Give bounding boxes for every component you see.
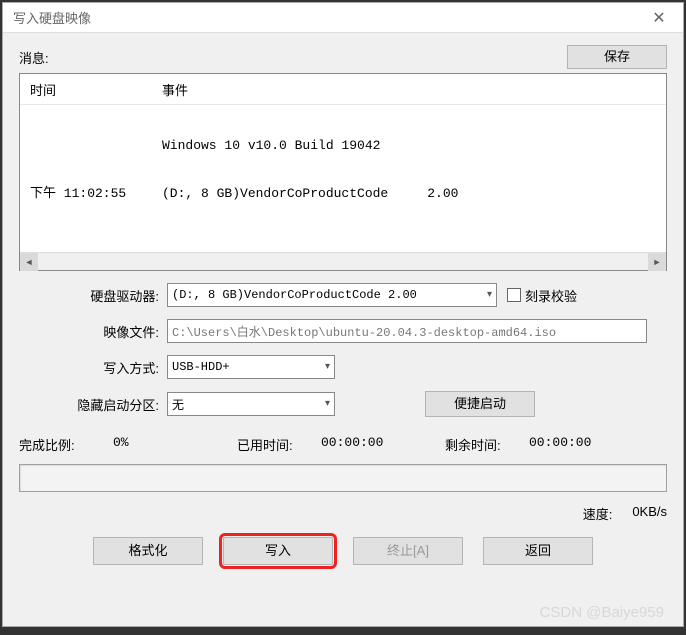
log-rows: Windows 10 v10.0 Build 19042 下午 11:02:55… [20, 105, 666, 252]
row-drive: 硬盘驱动器: (D:, 8 GB)VendorCoProductCode 2.0… [19, 283, 667, 307]
elapsed-value: 00:00:00 [321, 435, 441, 454]
save-button[interactable]: 保存 [567, 45, 667, 69]
back-button[interactable]: 返回 [483, 537, 593, 565]
stats-row: 完成比例: 0% 已用时间: 00:00:00 剩余时间: 00:00:00 [19, 435, 667, 454]
log-time [24, 137, 158, 155]
verify-checkbox-wrap[interactable]: 刻录校验 [507, 286, 577, 305]
done-value: 0% [113, 435, 233, 454]
scroll-left-icon[interactable]: ◄ [20, 253, 38, 271]
speed-row: 速度: 0KB/s [19, 504, 667, 523]
verify-checkbox[interactable] [507, 288, 521, 302]
hidden-boot-select[interactable]: 无 ▾ [167, 392, 335, 416]
quick-boot-button[interactable]: 便捷启动 [425, 391, 535, 417]
log-row: 下午 11:02:55 (D:, 8 GB)VendorCoProductCod… [24, 185, 662, 203]
chevron-down-icon: ▾ [325, 398, 330, 410]
verify-label: 刻录校验 [525, 286, 577, 305]
button-row: 格式化 写入 终止[A] 返回 [19, 537, 667, 565]
progress-bar [19, 464, 667, 492]
h-scrollbar[interactable]: ◄ ► [20, 252, 666, 270]
drive-value: (D:, 8 GB)VendorCoProductCode 2.00 [172, 288, 417, 302]
drive-select[interactable]: (D:, 8 GB)VendorCoProductCode 2.00 ▾ [167, 283, 497, 307]
log-row: Windows 10 v10.0 Build 19042 [24, 137, 662, 155]
row-write-mode: 写入方式: USB-HDD+ ▾ [19, 355, 667, 379]
chevron-down-icon: ▾ [325, 361, 330, 373]
image-path-value: C:\Users\白水\Desktop\ubuntu-20.04.3-deskt… [172, 323, 556, 340]
write-button[interactable]: 写入 [223, 537, 333, 565]
chevron-down-icon: ▾ [487, 289, 492, 301]
remain-label: 剩余时间: [445, 435, 525, 454]
dialog-window: 写入硬盘映像 ✕ 消息: 保存 时间 事件 Windows 10 v10.0 B… [2, 2, 684, 627]
window-title: 写入硬盘映像 [13, 8, 643, 27]
titlebar: 写入硬盘映像 ✕ [3, 3, 683, 33]
drive-label: 硬盘驱动器: [19, 286, 167, 305]
scroll-right-icon[interactable]: ► [648, 253, 666, 271]
write-mode-label: 写入方式: [19, 358, 167, 377]
row-hidden-boot: 隐藏启动分区: 无 ▾ 便捷启动 [19, 391, 667, 417]
write-mode-value: USB-HDD+ [172, 360, 230, 374]
hidden-boot-label: 隐藏启动分区: [19, 395, 167, 414]
message-label: 消息: [19, 48, 567, 67]
row-image: 映像文件: C:\Users\白水\Desktop\ubuntu-20.04.3… [19, 319, 667, 343]
close-icon[interactable]: ✕ [643, 4, 675, 32]
speed-value: 0KB/s [632, 504, 667, 523]
form-area: 硬盘驱动器: (D:, 8 GB)VendorCoProductCode 2.0… [19, 271, 667, 425]
done-label: 完成比例: [19, 435, 109, 454]
log-event: (D:, 8 GB)VendorCoProductCode 2.00 [158, 185, 662, 203]
dialog-body: 消息: 保存 时间 事件 Windows 10 v10.0 Build 1904… [3, 33, 683, 626]
image-path-field[interactable]: C:\Users\白水\Desktop\ubuntu-20.04.3-deskt… [167, 319, 647, 343]
speed-label: 速度: [583, 504, 613, 523]
log-panel: 时间 事件 Windows 10 v10.0 Build 19042 下午 11… [19, 73, 667, 271]
log-col-event: 事件 [158, 80, 662, 99]
log-event: Windows 10 v10.0 Build 19042 [158, 137, 662, 155]
log-col-time: 时间 [24, 80, 158, 99]
hidden-boot-value: 无 [172, 396, 184, 413]
write-mode-select[interactable]: USB-HDD+ ▾ [167, 355, 335, 379]
format-button[interactable]: 格式化 [93, 537, 203, 565]
log-header: 时间 事件 [20, 74, 666, 104]
remain-value: 00:00:00 [529, 435, 591, 454]
log-time: 下午 11:02:55 [24, 185, 158, 203]
image-label: 映像文件: [19, 322, 167, 341]
message-row: 消息: 保存 [19, 45, 667, 69]
elapsed-label: 已用时间: [237, 435, 317, 454]
stop-button: 终止[A] [353, 537, 463, 565]
